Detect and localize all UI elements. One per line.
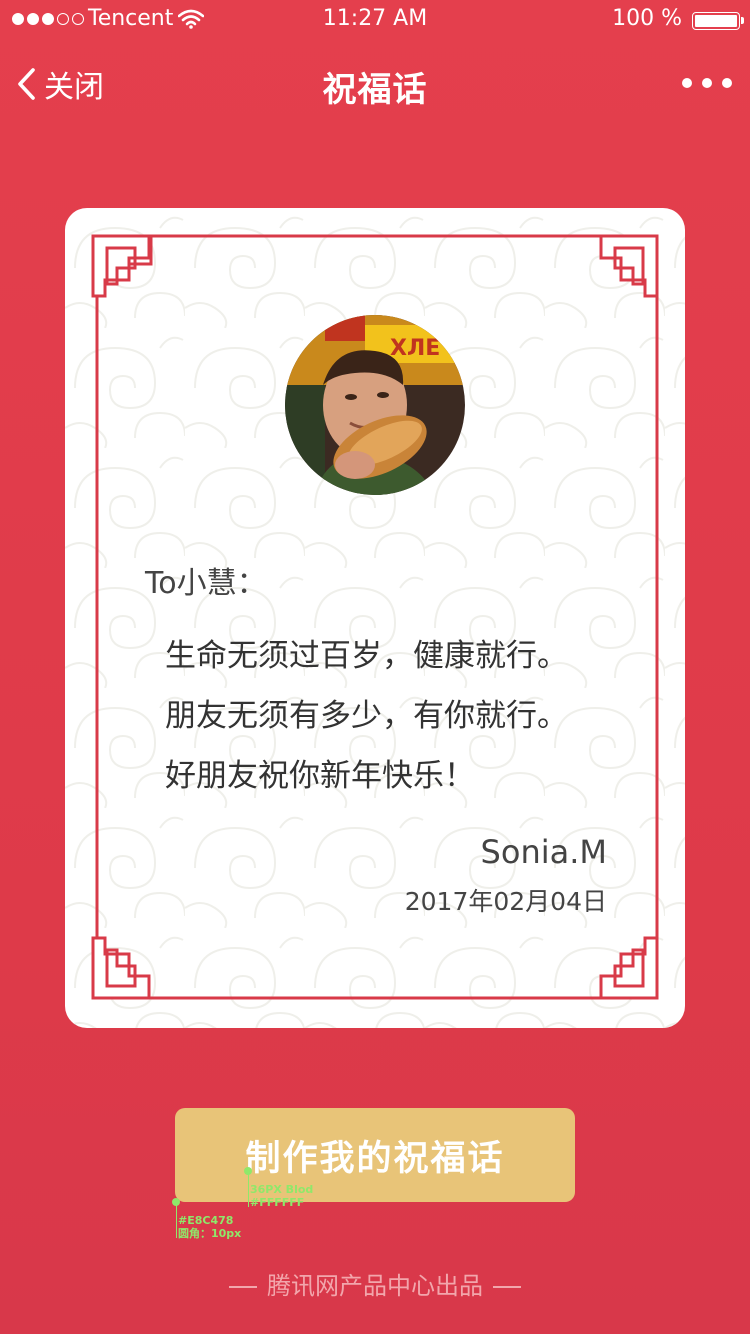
blessing-message: 生命无须过百岁，健康就行。 朋友无须有多少，有你就行。 好朋友祝你新年快乐！ [165,626,568,806]
nav-bar: 关闭 祝福话 [0,40,750,126]
battery-percentage: 100 % [612,6,682,31]
footer-divider-left [229,1286,257,1288]
greeting-card: ХЛЕ To小慧： 生命无须过百岁，健康就行。 朋友无须有多少，有你就行。 好朋… [65,208,685,1028]
annotation-font-spec: 36PX Blod #FFFFFF [250,1183,314,1209]
status-bar: Tencent 11:27 AM 100 % [0,0,750,40]
make-my-blessing-button[interactable]: 制作我的祝福话 [175,1108,575,1202]
message-line: 朋友无须有多少，有你就行。 [165,698,568,734]
svg-text:ХЛЕ: ХЛЕ [390,336,440,361]
greeting-recipient: To小慧： [145,566,267,601]
avatar: ХЛЕ [285,315,465,495]
more-options-icon[interactable] [682,78,732,88]
message-line: 生命无须过百岁，健康就行。 [165,638,568,674]
battery-icon [692,12,744,30]
message-line: 好朋友祝你新年快乐！ [165,758,475,794]
signature: Sonia.M [480,833,607,871]
card-date: 2017年02月04日 [404,887,607,916]
page-title: 祝福话 [322,70,428,110]
footer-divider-right [493,1286,521,1288]
annotation-line [248,1171,249,1207]
annotation-button-spec: #E8C478 圆角：10px [178,1214,242,1240]
footer-text: 腾讯网产品中心出品 [267,1272,483,1300]
footer-credit: 腾讯网产品中心出品 [0,1266,750,1301]
annotation-line [176,1202,177,1238]
